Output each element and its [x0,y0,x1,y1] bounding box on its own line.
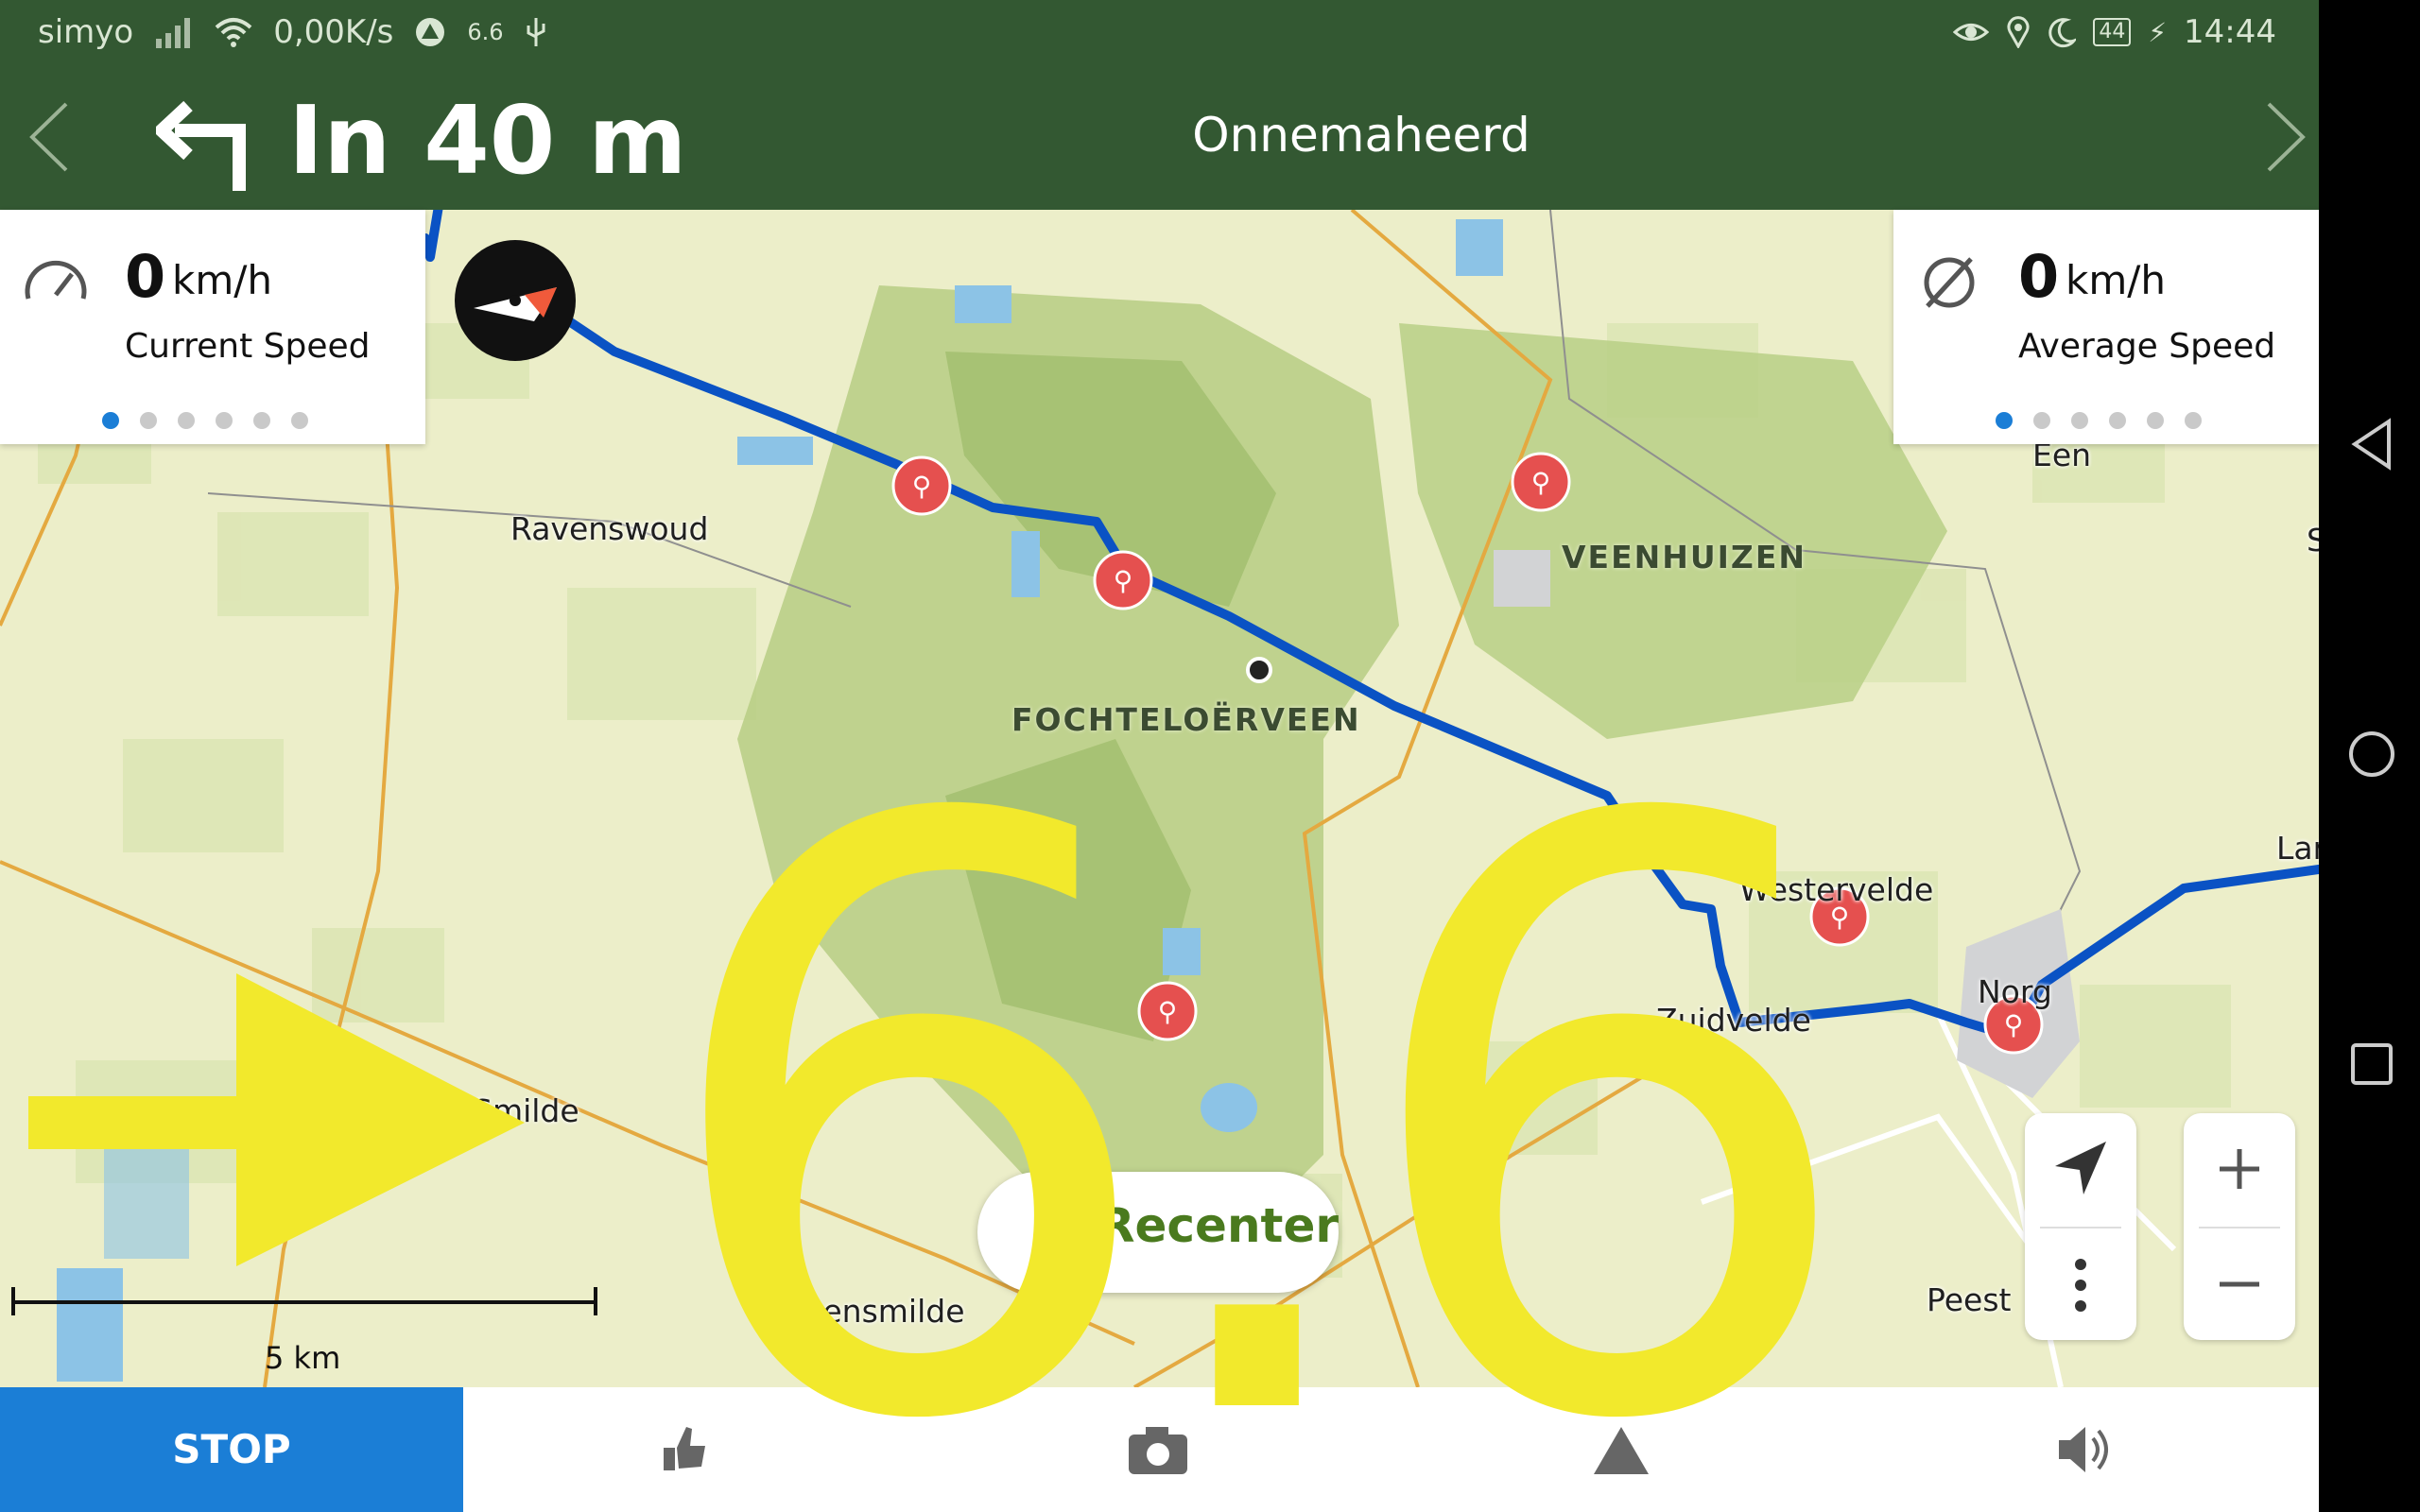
moon-icon [2048,18,2077,48]
current-speed-value: 0 [125,242,166,311]
average-speed-label: Average Speed [2018,327,2276,366]
map-label-peest: Peest [1927,1281,2012,1318]
map-label-ravenswoud: Ravenswoud [510,510,709,547]
clock: 14:44 [2184,13,2276,51]
map-label-veenhuizen: VEENHUIZEN [1562,539,1807,576]
navigation-arrow-icon[interactable] [2049,1138,2112,1200]
battery-icon: 44 [2093,18,2132,46]
map-mode-controls [2025,1113,2136,1340]
average-speed-value: 0 [2018,242,2060,311]
average-speed-page-indicator [1996,412,2202,429]
map-label-norg: Norg [1978,973,2052,1010]
data-speed: 0,00K/s [273,13,394,51]
page-dot [253,412,270,429]
carrier-label: simyo [38,13,134,51]
map-label-langelo: Lar [2276,830,2319,867]
map-scale-bar [11,1287,597,1315]
previous-instruction-icon[interactable] [19,94,95,180]
svg-text:⚲: ⚲ [912,471,932,502]
page-dot [2033,412,2050,429]
page-dot [2071,412,2088,429]
page-dot [140,412,157,429]
page-dot [216,412,233,429]
eye-comfort-icon [1953,24,1990,41]
average-icon [1924,257,1975,308]
page-dot [2185,412,2202,429]
wifi-icon [215,18,252,47]
svg-text:⚲: ⚲ [1114,565,1133,596]
system-navigation-bar [2319,0,2420,1512]
volume-icon[interactable] [2053,1419,2119,1480]
home-icon[interactable] [2345,728,2398,781]
current-speed-page-indicator [102,412,308,429]
page-dot [102,412,119,429]
zoom-in-icon[interactable] [2216,1145,2263,1193]
back-icon[interactable] [2347,416,2394,472]
average-speed-unit: km/h [2066,257,2167,303]
turn-left-icon [156,100,246,191]
current-speed-card[interactable]: 0 km/h Current Speed [0,210,425,444]
status-bar: simyo 0,00K/s 6.6 44 ⚡ 14:44 [0,0,2319,68]
map-label-smilde: Smilde [473,1092,579,1129]
page-dot [178,412,195,429]
recents-icon[interactable] [2349,1041,2394,1087]
svg-text:⚲: ⚲ [1531,467,1551,498]
charging-icon: ⚡ [2148,16,2168,48]
svg-text:⚲: ⚲ [2004,1009,2024,1040]
app-badge-text: 6.6 [467,19,504,45]
map-label-s: S [2307,522,2319,558]
page-dot [2147,412,2164,429]
average-speed-card[interactable]: 0 km/h Average Speed [1893,210,2319,444]
page-dot [2109,412,2126,429]
maneuver-distance: In 40 m [288,85,687,196]
app-badge-icon [416,18,445,46]
location-icon [2007,16,2030,48]
speedometer-icon [25,260,87,300]
annotation-version-text: 6.6 [648,651,1866,1512]
navigation-instruction-bar: In 40 m Onnemaheerd [0,68,2319,210]
zoom-out-icon[interactable] [2216,1261,2263,1308]
page-dot [291,412,308,429]
next-instruction-icon[interactable] [2240,94,2316,180]
map-scale-label: 5 km [265,1340,341,1376]
current-speed-unit: km/h [172,257,273,303]
page-dot [1996,412,2013,429]
zoom-controls [2184,1113,2295,1340]
more-options-icon[interactable] [2066,1255,2095,1315]
stop-button[interactable]: STOP [0,1387,463,1512]
next-street-name: Onnemaheerd [1192,108,1530,163]
current-speed-label: Current Speed [125,327,371,366]
app-screen: ⚲ ⚲ ⚲ ⚲ ⚲ ⚲ Ravenswoud VEENHUIZEN FOCHTE… [0,0,2319,1512]
usb-icon [527,18,545,46]
battery-level: 44 [2099,20,2126,43]
user-position-marker [455,240,576,361]
signal-icon [156,18,191,48]
